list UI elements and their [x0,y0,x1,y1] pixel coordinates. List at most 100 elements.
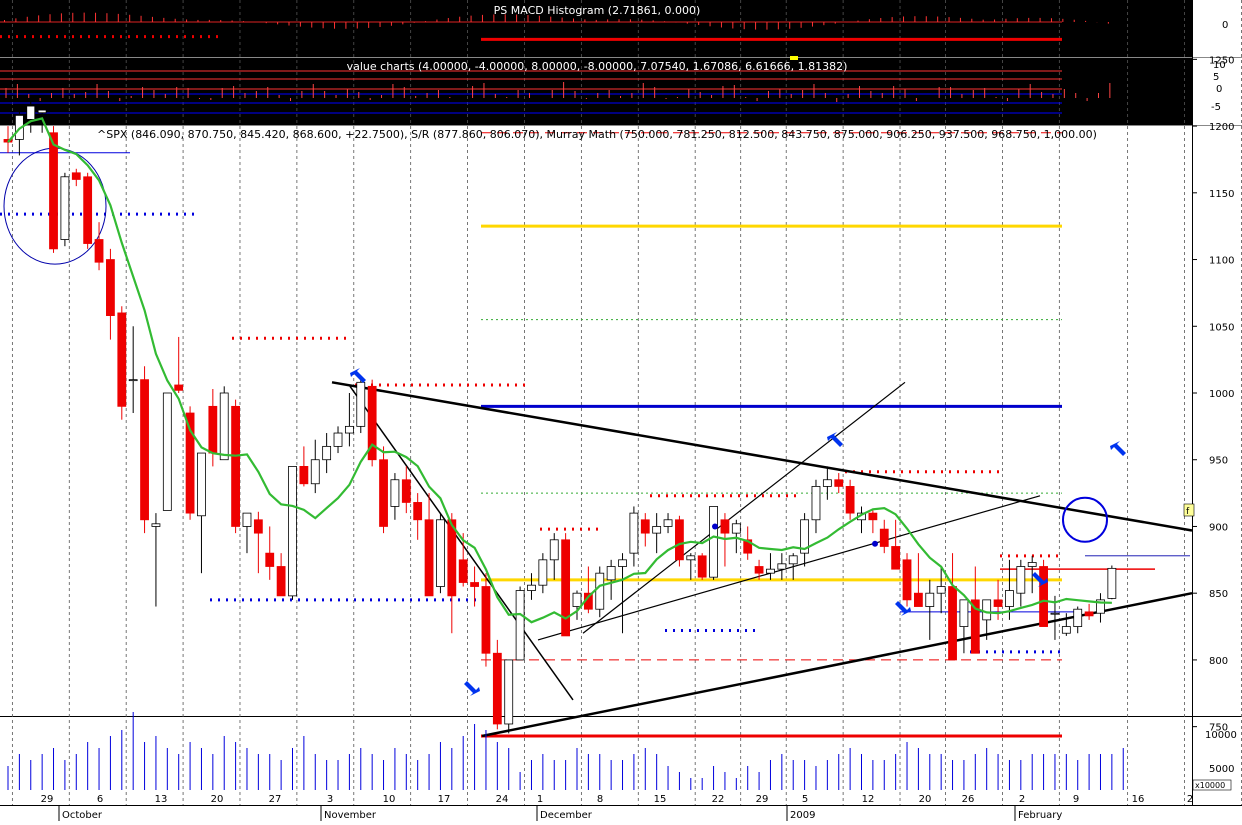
candle-body [152,524,160,527]
month-label: 2009 [790,810,815,821]
macd-bar [983,20,984,22]
candle-body [812,486,820,519]
price-tick-label: 1250 [1209,55,1234,66]
volume-unit: x10000 [1195,781,1225,790]
candle-body [380,460,388,527]
price-tick-label: 1000 [1209,389,1234,400]
candle-body [846,486,854,513]
blue-arrow-icon [895,601,911,616]
candle-body [892,546,900,569]
arrow-shape [464,681,480,696]
stock-chart: PS MACD Histogram (2.71861, 0.000) value… [0,0,1242,821]
candle-body [1074,609,1082,626]
candle-body [1051,613,1059,614]
day-label: 29 [756,794,769,805]
candle-body [983,600,991,620]
price-tick-label: 950 [1209,456,1228,467]
candle-body [755,566,763,573]
blue-arrow-icon [464,681,480,696]
candle-body [835,480,843,487]
blue-arrow-icon [827,432,843,447]
day-label: 10 [383,794,396,805]
macd-bar [664,21,665,22]
macd-bar [425,21,426,22]
candle-body [1028,562,1036,566]
day-label: 6 [97,794,103,805]
trendline [350,386,573,700]
macd-bar [755,22,756,30]
price-tick-label: 1100 [1209,256,1234,267]
macd-bar [573,19,574,22]
time-axis: 296132027310172418152229512202629162Octo… [41,794,1194,821]
macd-bar [607,19,608,22]
macd-bar [391,22,392,26]
candle-body [482,587,490,654]
candle-body [118,313,126,406]
candle-body [289,466,297,595]
arrow-shape [827,432,843,447]
macd-bar [334,22,335,29]
candle-body [926,593,934,606]
macd-bar [209,20,210,22]
macd-bar [698,22,699,25]
candlesticks [4,102,1116,733]
macd-bar [289,22,290,26]
candle-body [607,566,615,579]
macd-bar [106,13,107,22]
price-tick-label: 1150 [1209,189,1234,200]
price-tick-label: 850 [1209,589,1228,600]
candle-body [823,480,831,487]
candle-body [869,513,877,520]
candle-body [266,553,274,566]
macd-bar [345,22,346,29]
macd-bar [232,20,233,22]
macd-bar [596,20,597,22]
trendline [583,382,905,633]
macd-bar [914,16,915,22]
arrow-shape [895,601,911,616]
macd-bar [744,22,745,29]
vc-tick-0: 0 [1216,84,1222,95]
candle-body [1085,612,1093,616]
macd-bar [482,15,483,22]
macd-tick-0: 0 [1222,20,1228,31]
macd-bar [141,16,142,22]
candle-body [391,480,399,507]
day-label: 26 [962,794,975,805]
value-charts-title: value charts (4.00000, -4.00000, 8.00000… [347,60,848,73]
candle-body [1005,591,1013,607]
macd-bar [402,22,403,24]
macd-bar [15,18,16,22]
day-label: 16 [1132,794,1145,805]
macd-bar [1074,20,1075,22]
candle-body [732,524,740,533]
month-label: December [540,810,593,821]
macd-bar [1085,21,1086,22]
macd-bar [50,14,51,22]
price-title: ^SPX (846.090, 870.750, 845.420, 868.600… [97,128,1097,141]
blue-arrow-icon [1110,441,1126,456]
macd-bar [459,17,460,22]
volume-tick-10000: 10000 [1205,730,1237,741]
day-label: 9 [1073,794,1079,805]
macd-bar [414,22,415,23]
candle-body [106,260,114,316]
candle-body [220,393,228,460]
macd-bar [277,22,278,24]
candle-body [277,566,285,595]
price-tick-label: 800 [1209,656,1228,667]
day-label: 13 [155,794,168,805]
macd-title: PS MACD Histogram (2.71861, 0.000) [494,4,701,17]
blue-arrow-icon [350,368,366,383]
candle-body [345,426,353,433]
day-label: 22 [712,794,725,805]
arrow-shape [1110,441,1126,456]
macd-bar [323,22,324,28]
candle-body [414,502,422,519]
trendline-drawings [4,148,1192,736]
candle-body [596,573,604,609]
macd-bar [380,22,381,27]
candle-body [664,520,672,527]
candle-body [254,520,262,533]
macd-bar [436,20,437,22]
